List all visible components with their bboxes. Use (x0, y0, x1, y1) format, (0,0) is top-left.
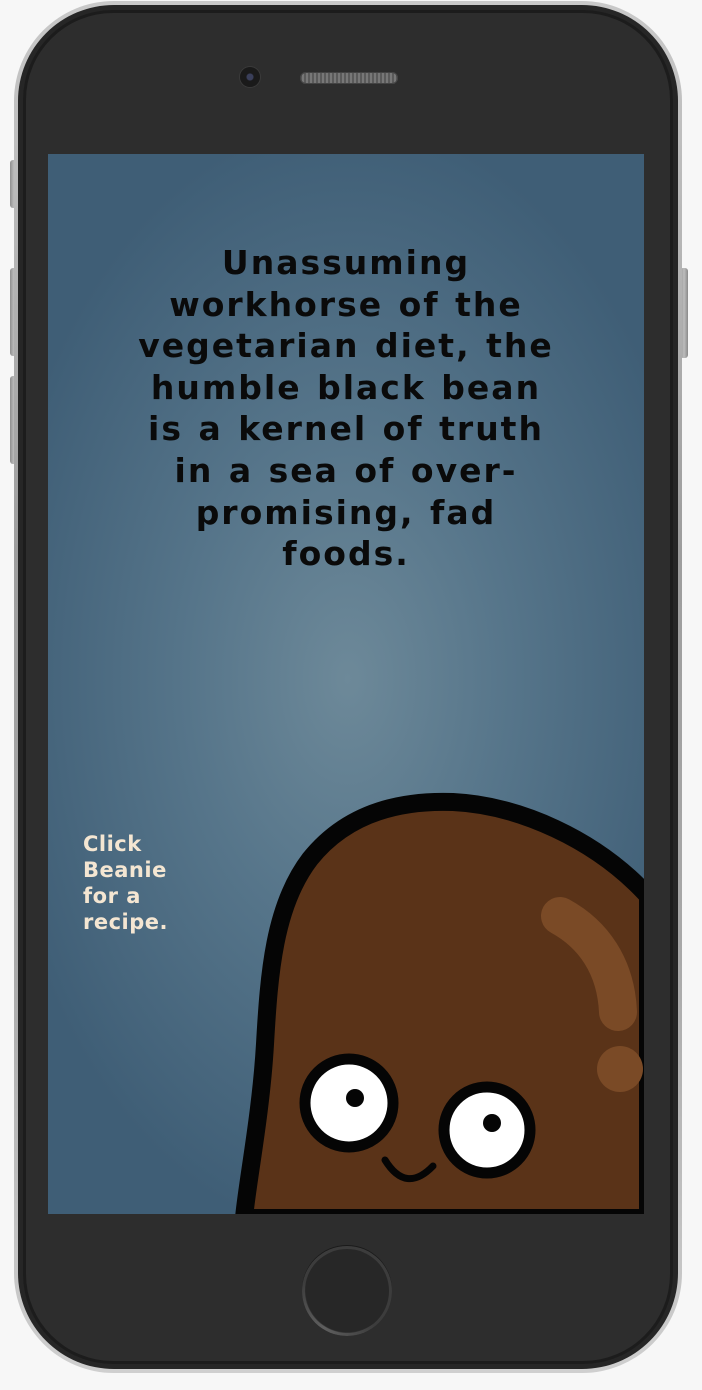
home-button-icon[interactable] (302, 1246, 392, 1336)
beanie-right-eye (438, 1081, 536, 1179)
beanie-highlight-spot (597, 1046, 643, 1092)
earpiece-speaker-icon (300, 72, 398, 84)
beanie-left-eye (299, 1053, 399, 1153)
phone-screen: Unassuming workhorse of the vegetarian d… (48, 154, 644, 1214)
front-camera-icon (240, 67, 260, 87)
beanie-character-icon[interactable] (48, 154, 644, 1214)
page: Unassuming workhorse of the vegetarian d… (0, 0, 702, 1390)
